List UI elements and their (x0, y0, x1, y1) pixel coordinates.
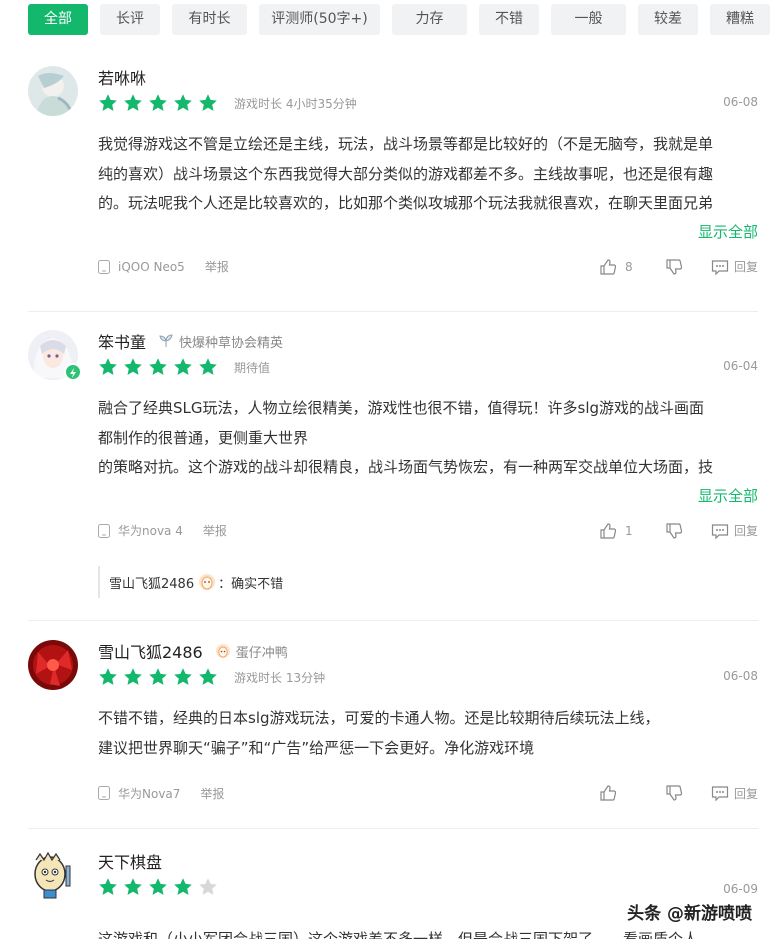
star-icon (149, 878, 167, 895)
sub-reply-text: ：确实不错 (218, 576, 284, 592)
review-date: 06-08 (723, 95, 758, 109)
show-all-link[interactable]: 显示全部 (98, 219, 758, 245)
star-icon (199, 358, 217, 375)
username[interactable]: 若咻咻 (98, 65, 146, 89)
reply-button[interactable]: 回复 (711, 784, 758, 802)
star-icon (199, 878, 217, 895)
review-text: 融合了经典SLG玩法，人物立绘很精美，游戏性也很不错，值得玩！许多slg游戏的战… (98, 399, 714, 476)
star-icon (99, 668, 117, 685)
star-icon (124, 358, 142, 375)
star-icon (99, 878, 117, 895)
user-badge: 蛋仔冲鸭 (215, 642, 288, 661)
avatar[interactable] (28, 850, 78, 900)
verified-icon (64, 363, 82, 381)
thumbs-up-icon (600, 785, 617, 801)
star-icon (99, 94, 117, 111)
star-icon (174, 94, 192, 111)
comment-icon (711, 523, 729, 539)
username[interactable]: 天下棋盘 (98, 849, 162, 873)
comment-icon (711, 259, 729, 275)
phone-icon (98, 523, 110, 538)
report-link[interactable]: 举报 (200, 785, 224, 802)
phone-icon (98, 259, 110, 274)
star-icon (99, 358, 117, 375)
divider (28, 311, 758, 312)
filter-playtime[interactable]: 有时长 (172, 4, 247, 35)
report-link[interactable]: 举报 (203, 522, 227, 539)
device: 华为nova 4 (98, 522, 183, 539)
star-icon (174, 358, 192, 375)
like-button[interactable]: 1 (599, 522, 641, 540)
star-icon (124, 94, 142, 111)
star-rating (98, 667, 223, 687)
review-footer: iQOO Neo5 举报 8 回复 (98, 256, 758, 278)
sprout-icon (159, 334, 173, 347)
thumbs-down-icon (666, 785, 683, 801)
star-rating (98, 877, 223, 897)
comment-icon (711, 786, 729, 802)
thumbs-up-icon (600, 522, 617, 539)
star-icon (149, 358, 167, 375)
review-footer: 华为nova 4 举报 1 回复 (98, 520, 758, 542)
filter-long[interactable]: 长评 (100, 4, 160, 35)
star-icon (174, 878, 192, 895)
star-rating (98, 357, 223, 377)
filter-bar: 全部 长评 有时长 评测师(50字+) 力存 不错 一般 较差 糟糕 (28, 4, 770, 35)
egg-badge-icon (215, 644, 230, 658)
expectation-label: 期待值 (234, 360, 271, 375)
egg-badge-icon (199, 574, 216, 590)
star-icon (174, 668, 192, 685)
divider (28, 828, 758, 829)
review-text: 我觉得游戏这不管是立绘还是主线，玩法，战斗场景等都是比较好的（不是无脑夸，我就是… (98, 135, 714, 212)
filter-bad[interactable]: 糟糕 (710, 4, 770, 35)
reply-button[interactable]: 回复 (711, 522, 758, 540)
thumbs-up-icon (600, 258, 617, 275)
filter-recommend[interactable]: 力存 (392, 4, 467, 35)
report-link[interactable]: 举报 (205, 258, 229, 275)
review-date: 06-09 (723, 882, 758, 896)
show-all-link[interactable]: 显示全部 (98, 483, 758, 509)
reply-button[interactable]: 回复 (711, 258, 758, 276)
thumbs-down-icon (666, 522, 683, 539)
dislike-button[interactable] (665, 522, 683, 540)
review-date: 06-08 (723, 669, 758, 683)
filter-reviewer[interactable]: 评测师(50字+) (259, 4, 380, 35)
star-icon (149, 668, 167, 685)
review-footer: 华为Nova7 举报 回复 (98, 782, 758, 804)
filter-all[interactable]: 全部 (28, 4, 88, 35)
sub-reply: 雪山飞狐2486 ：确实不错 (98, 566, 748, 598)
device: iQOO Neo5 (98, 259, 185, 274)
sub-reply-author[interactable]: 雪山飞狐2486 (109, 573, 194, 592)
username[interactable]: 雪山飞狐2486 (98, 639, 203, 663)
thumbs-down-icon (666, 258, 683, 275)
divider (28, 620, 758, 621)
filter-good[interactable]: 不错 (479, 4, 539, 35)
star-rating (98, 93, 223, 113)
phone-icon (98, 786, 110, 800)
star-icon (149, 94, 167, 111)
device: 华为Nova7 (98, 785, 180, 802)
star-icon (124, 878, 142, 895)
playtime: 游戏时长 4小时35分钟 (234, 96, 357, 111)
dislike-button[interactable] (665, 258, 683, 276)
like-button[interactable]: 8 (599, 258, 641, 276)
review-text: 这游戏和（小小军团合战三国）这个游戏差不多一样，但是合战三国下架了…，看画质个人 (98, 930, 699, 939)
star-icon (124, 668, 142, 685)
user-badge: 快爆种草协会精英 (158, 332, 283, 351)
review-date: 06-04 (723, 359, 758, 373)
watermark: 头条 @新游喷喷 (627, 904, 752, 924)
username[interactable]: 笨书童 (98, 329, 146, 353)
dislike-button[interactable] (665, 784, 683, 802)
review-text: 不错不错，经典的日本slg游戏玩法，可爱的卡通人物。还是比较期待后续玩法上线， … (98, 709, 660, 757)
filter-average[interactable]: 一般 (551, 4, 626, 35)
avatar[interactable] (28, 66, 78, 116)
like-button[interactable] (599, 784, 641, 802)
playtime: 游戏时长 13分钟 (234, 670, 326, 685)
star-icon (199, 94, 217, 111)
avatar[interactable] (28, 640, 78, 690)
star-icon (199, 668, 217, 685)
filter-poor[interactable]: 较差 (638, 4, 698, 35)
